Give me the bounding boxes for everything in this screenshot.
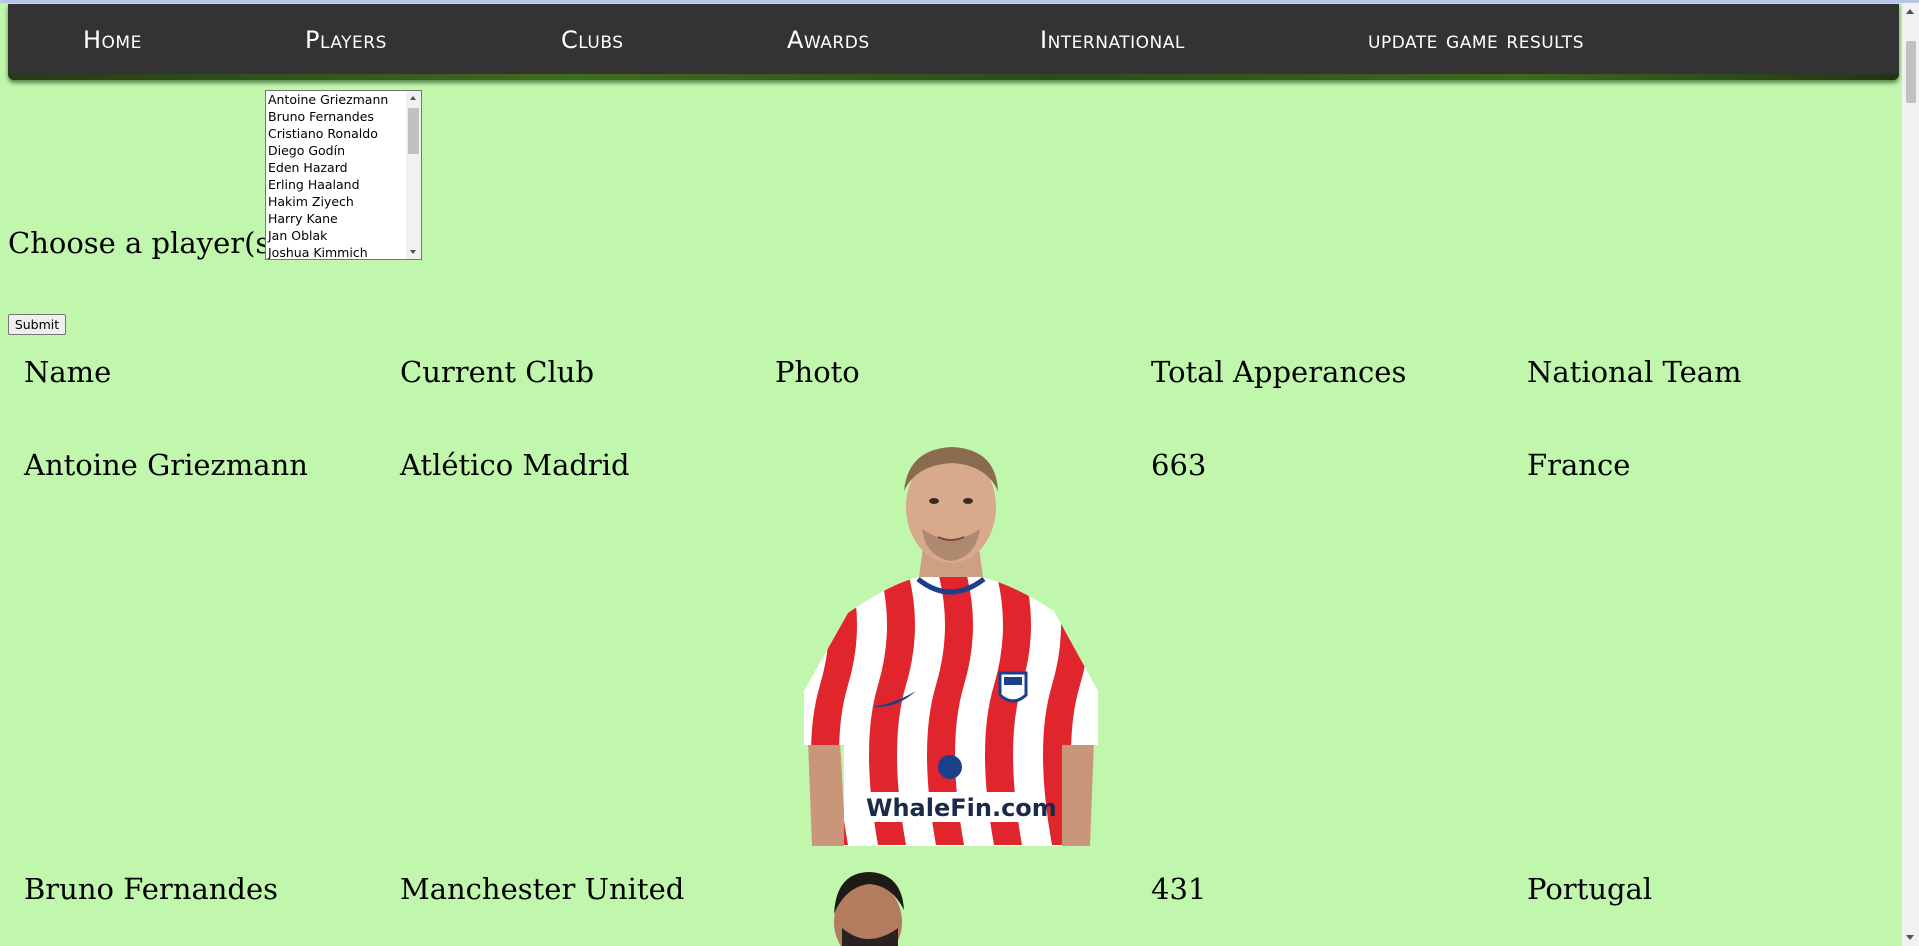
row-2-club: Manchester United xyxy=(400,872,685,906)
player-option[interactable]: Diego Godín xyxy=(266,142,421,159)
listbox-scrollbar-thumb[interactable] xyxy=(408,108,419,154)
header-name: Name xyxy=(24,355,112,389)
row-1-name: Antoine Griezmann xyxy=(24,448,308,482)
row-1-appearances: 663 xyxy=(1151,448,1207,482)
player-option[interactable]: Erling Haaland xyxy=(266,176,421,193)
submit-button[interactable]: Submit xyxy=(8,314,66,335)
browser-top-edge xyxy=(0,0,1919,3)
player-option[interactable]: Eden Hazard xyxy=(266,159,421,176)
player-option[interactable]: Joshua Kimmich xyxy=(266,244,421,259)
choose-player-label: Choose a player(s): xyxy=(8,226,292,260)
header-current-club: Current Club xyxy=(400,355,595,389)
header-photo: Photo xyxy=(775,355,860,389)
listbox-scrollbar[interactable] xyxy=(406,91,421,259)
player-option[interactable]: Hakim Ziyech xyxy=(266,193,421,210)
row-1-national-team: France xyxy=(1527,448,1631,482)
listbox-scroll-up-icon[interactable] xyxy=(410,96,416,100)
row-1-shirt-sponsor: WhaleFin.com xyxy=(866,794,1057,822)
header-total-appearances: Total Apperances xyxy=(1151,355,1407,389)
player-option[interactable]: Cristiano Ronaldo xyxy=(266,125,421,142)
nav-international-link[interactable]: International xyxy=(1040,26,1185,54)
page-scrollbar-thumb[interactable] xyxy=(1906,41,1916,103)
top-navigation-bar: Home Players Clubs Awards International … xyxy=(8,4,1899,80)
page-scrollbar[interactable] xyxy=(1902,3,1919,946)
row-1-club: Atlético Madrid xyxy=(400,448,630,482)
row-2-national-team: Portugal xyxy=(1527,872,1653,906)
nav-home-link[interactable]: Home xyxy=(83,26,142,54)
scroll-down-arrow-icon[interactable] xyxy=(1906,935,1914,940)
row-2-appearances: 431 xyxy=(1151,872,1207,906)
player-option[interactable]: Jan Oblak xyxy=(266,227,421,244)
nav-update-game-results-link[interactable]: update game results xyxy=(1368,26,1584,54)
player-option[interactable]: Antoine Griezmann xyxy=(266,91,421,108)
player-multiselect[interactable]: Antoine Griezmann Bruno Fernandes Cristi… xyxy=(265,90,422,260)
nav-clubs-link[interactable]: Clubs xyxy=(561,26,623,54)
nav-players-link[interactable]: Players xyxy=(305,26,387,54)
row-2-player-photo xyxy=(826,870,906,946)
navbar-bottom-glow xyxy=(8,74,1899,80)
player-option[interactable]: Harry Kane xyxy=(266,210,421,227)
row-1-player-photo: WhaleFin.com xyxy=(800,445,1102,846)
header-national-team: National Team xyxy=(1527,355,1742,389)
player-option[interactable]: Bruno Fernandes xyxy=(266,108,421,125)
row-2-name: Bruno Fernandes xyxy=(24,872,279,906)
listbox-scroll-down-icon[interactable] xyxy=(410,250,416,254)
scroll-up-arrow-icon[interactable] xyxy=(1906,9,1914,14)
nav-awards-link[interactable]: Awards xyxy=(787,26,870,54)
